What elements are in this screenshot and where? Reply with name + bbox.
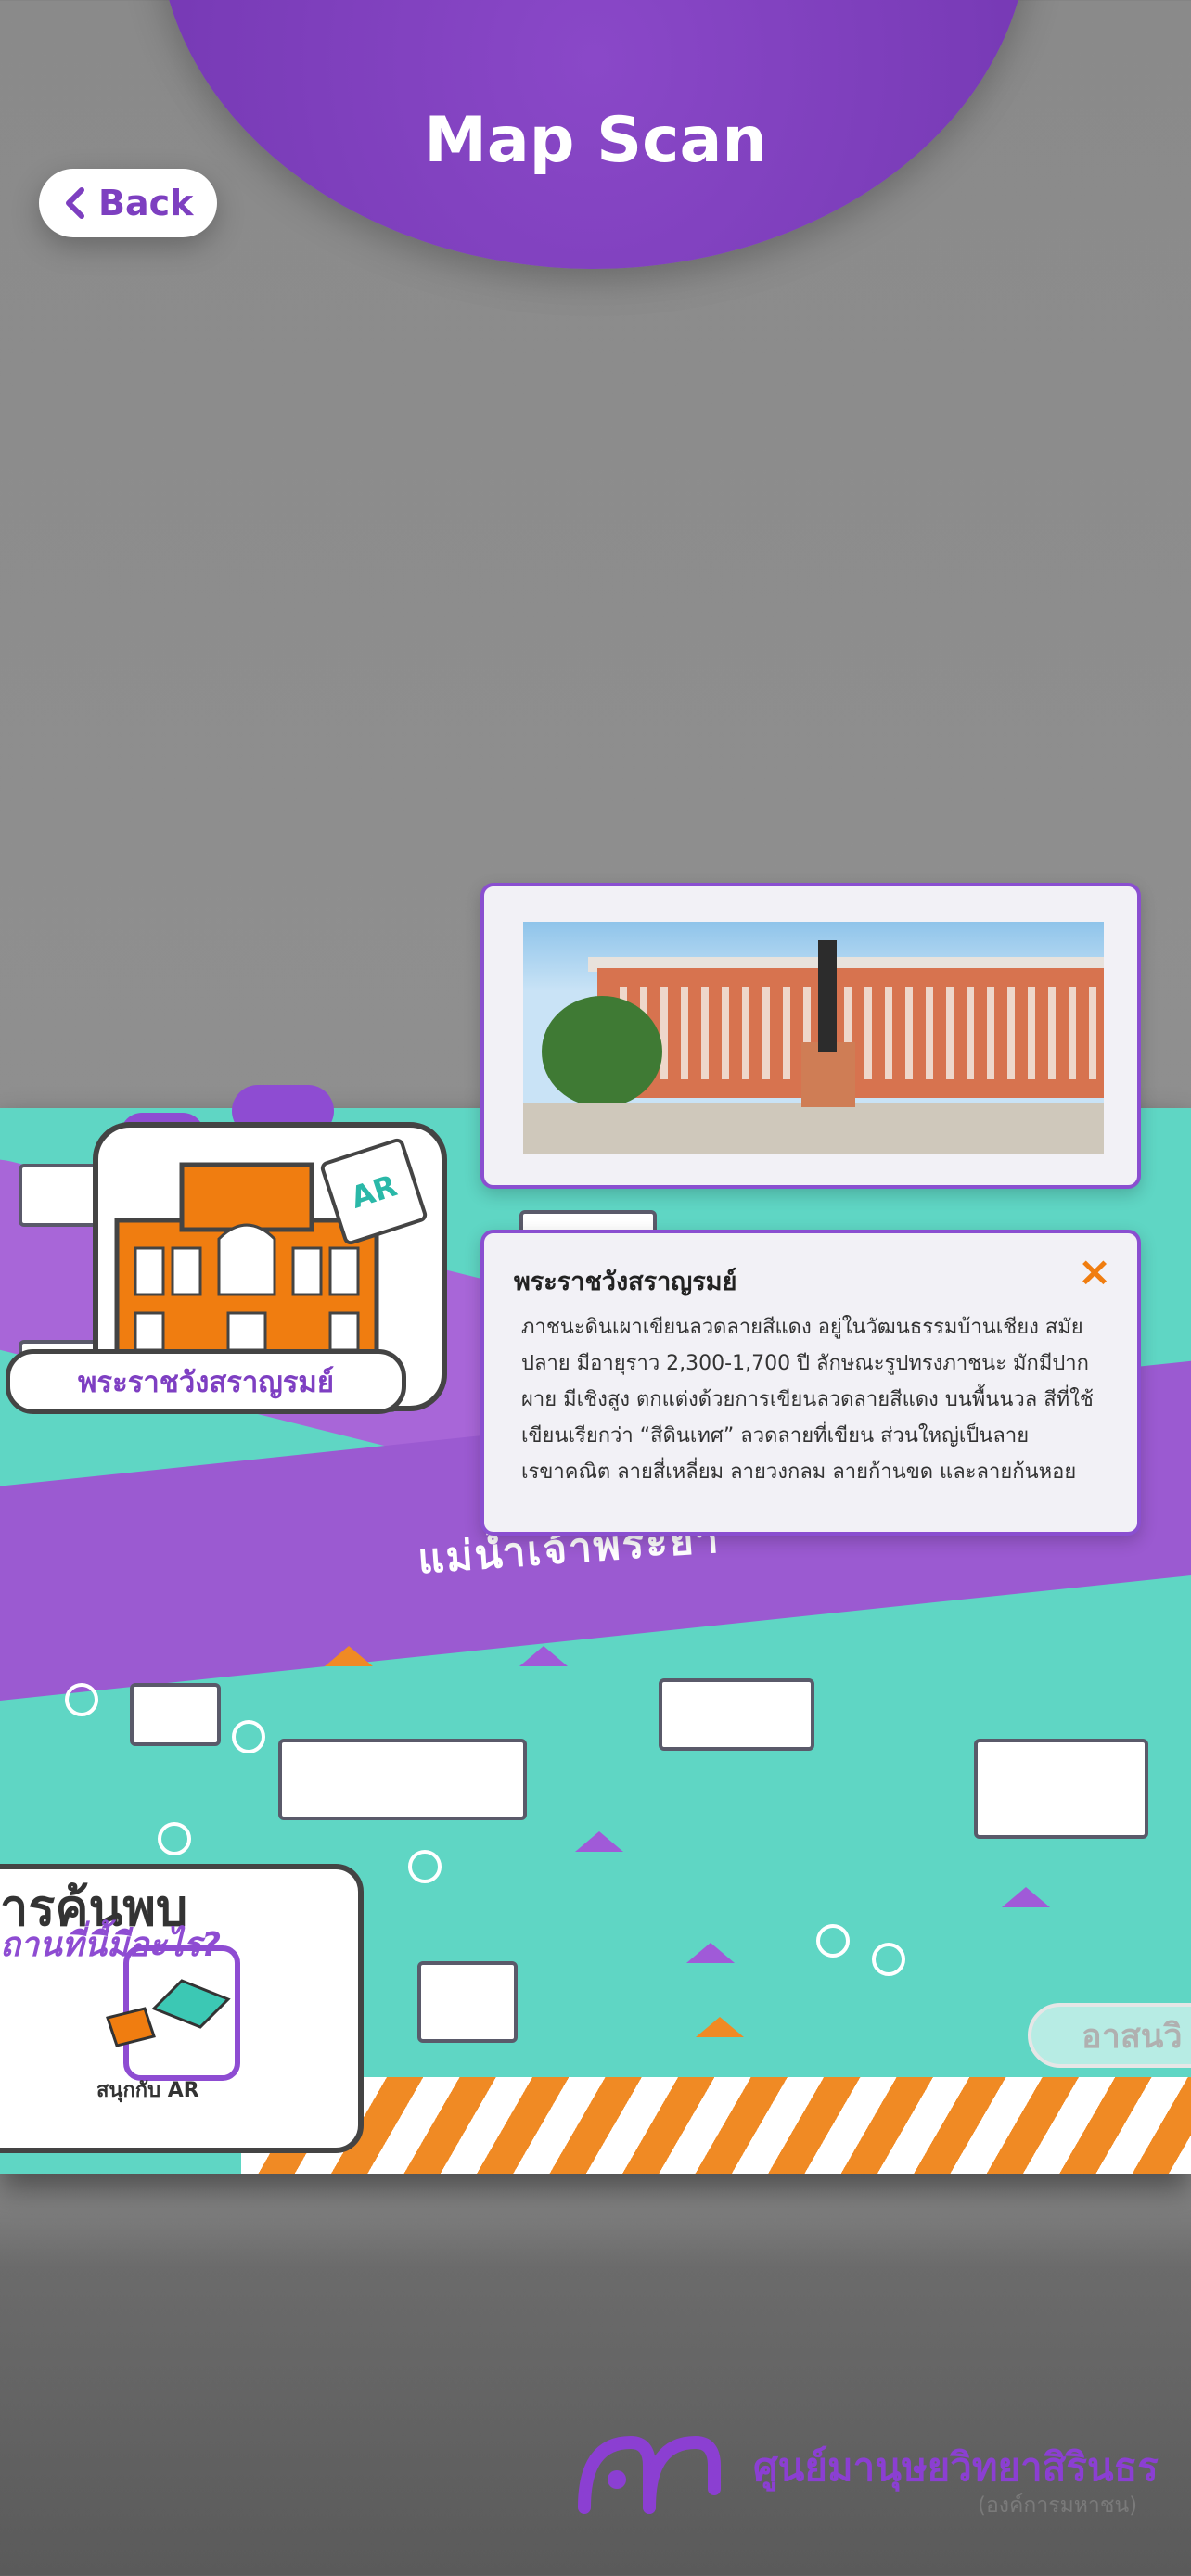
close-icon[interactable]: × xyxy=(1072,1250,1117,1294)
map-house xyxy=(519,1646,568,1666)
map-building xyxy=(659,1678,814,1751)
map-tree xyxy=(232,1720,265,1753)
chevron-left-icon xyxy=(66,187,84,219)
discover-subtitle: ถานที่นี้มีอะไร? xyxy=(0,1926,221,1964)
map-building xyxy=(130,1683,221,1746)
page-title: Map Scan xyxy=(424,104,767,177)
photo-card xyxy=(480,883,1141,1189)
map-house xyxy=(575,1831,623,1852)
map-house xyxy=(1002,1887,1050,1907)
map-temple xyxy=(278,1739,527,1820)
map-tree xyxy=(65,1683,98,1716)
back-button[interactable]: Back xyxy=(39,169,217,237)
back-button-label: Back xyxy=(98,183,194,223)
map-decorative-stripe xyxy=(241,2077,1191,2174)
info-description: ภาชนะดินเผาเขียนลวดลายสีแดง อยู่ในวัฒนธร… xyxy=(521,1316,1094,1484)
map-tree xyxy=(816,1924,850,1958)
map-tree xyxy=(158,1822,191,1855)
palace-photo xyxy=(523,922,1104,1154)
map-building xyxy=(974,1739,1148,1839)
org-logo-icon xyxy=(578,2435,721,2514)
map-pagoda xyxy=(696,2017,744,2037)
org-subtitle: (องค์การมหาชน) xyxy=(978,2493,1138,2518)
info-title: พระราชวังสราญรมย์ xyxy=(514,1268,737,1296)
map-pagoda xyxy=(325,1646,373,1666)
map-tree xyxy=(872,1943,905,1976)
landmark-label: พระราชวังสราญรมย์ xyxy=(6,1349,406,1414)
info-card: พระราชวังสราญรมย์ × ภาชนะดินเผาเขียนลวดล… xyxy=(480,1230,1141,1536)
map-building xyxy=(417,1961,518,2043)
map-place-pill[interactable]: อาสนวิ xyxy=(1028,2003,1191,2068)
discover-ar-label: สนุกกับ AR xyxy=(96,2079,199,2102)
map-house xyxy=(686,1943,735,1963)
map-tree xyxy=(408,1850,442,1883)
